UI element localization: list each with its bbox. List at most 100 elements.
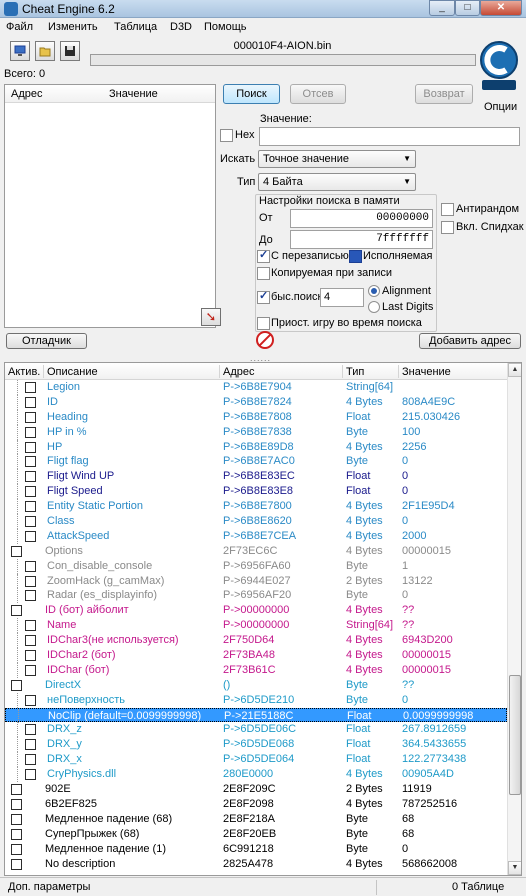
active-checkbox[interactable] bbox=[25, 486, 36, 498]
active-checkbox[interactable] bbox=[25, 724, 36, 736]
undo-scan-button[interactable]: Возврат bbox=[415, 84, 473, 104]
active-checkbox[interactable] bbox=[25, 426, 36, 438]
menu-d3d[interactable]: D3D bbox=[170, 21, 192, 33]
menu-file[interactable]: Файл bbox=[6, 21, 33, 33]
save-button[interactable] bbox=[60, 41, 80, 61]
address-column-header[interactable]: Адрес bbox=[11, 88, 43, 100]
table-row[interactable]: ID P->6B8E7824 4 Bytes 808A4E9C bbox=[5, 394, 507, 410]
table-row[interactable]: неПоверхность P->6D5DE210 Byte 0 bbox=[5, 692, 507, 708]
active-checkbox[interactable] bbox=[25, 650, 36, 662]
active-checkbox[interactable] bbox=[25, 396, 36, 408]
cheat-table[interactable]: Актив. Описание Адрес Тип Значение Legio… bbox=[4, 362, 522, 876]
col-value[interactable]: Значение bbox=[402, 366, 451, 378]
active-checkbox[interactable] bbox=[25, 471, 36, 483]
table-row[interactable]: No description 2825A478 4 Bytes 568662008 bbox=[5, 857, 507, 872]
table-row[interactable]: Медленное падение (1) 6C991218 Byte 0 bbox=[5, 842, 507, 857]
active-checkbox[interactable] bbox=[25, 575, 36, 587]
stop-icon[interactable] bbox=[256, 331, 274, 349]
table-row[interactable]: IDChar (бот) 2F73B61C 4 Bytes 00000015 bbox=[5, 662, 507, 678]
minimize-button[interactable]: _ bbox=[429, 0, 455, 16]
vertical-scrollbar[interactable]: ▲ ▼ bbox=[507, 363, 521, 875]
menu-table[interactable]: Таблица bbox=[114, 21, 157, 33]
active-checkbox[interactable] bbox=[11, 813, 22, 825]
found-address-list[interactable]: Адрес Значение bbox=[4, 84, 216, 328]
active-checkbox[interactable] bbox=[25, 620, 36, 632]
active-checkbox[interactable] bbox=[11, 545, 22, 557]
scroll-up-icon[interactable]: ▲ bbox=[508, 363, 521, 377]
active-checkbox[interactable] bbox=[25, 769, 36, 781]
add-address-button[interactable]: Добавить адрес bbox=[419, 333, 521, 349]
col-active[interactable]: Актив. bbox=[8, 366, 40, 378]
menu-edit[interactable]: Изменить bbox=[48, 21, 98, 33]
active-checkbox[interactable] bbox=[25, 739, 36, 751]
last-digits-radio[interactable] bbox=[368, 301, 380, 313]
scan-value-input[interactable] bbox=[259, 127, 520, 146]
table-row[interactable]: IDChar3(не используется) 2F750D64 4 Bytes 6… bbox=[5, 633, 507, 649]
table-row[interactable]: DRX_z P->6D5DE06C Float 267.8912659 bbox=[5, 722, 507, 738]
table-row[interactable]: IDChar2 (бот) 2F73BA48 4 Bytes 00000015 bbox=[5, 648, 507, 663]
maximize-button[interactable]: □ bbox=[455, 0, 480, 16]
stop-address-input[interactable]: 7fffffff bbox=[290, 230, 433, 249]
scroll-down-icon[interactable]: ▼ bbox=[508, 861, 521, 875]
value-column-header[interactable]: Значение bbox=[109, 88, 158, 100]
table-row[interactable]: ZoomHack (g_camMax) P->6944E027 2 Bytes 131… bbox=[5, 573, 507, 589]
table-row[interactable]: NoClip (default=0.0099999998) P->21E5188C… bbox=[5, 707, 507, 724]
active-checkbox[interactable] bbox=[11, 828, 22, 840]
active-checkbox[interactable] bbox=[25, 590, 36, 602]
next-scan-button[interactable]: Отсев bbox=[290, 84, 346, 104]
scan-type-select[interactable]: Точное значение ▼ bbox=[258, 150, 416, 168]
hex-checkbox[interactable] bbox=[220, 129, 233, 142]
active-checkbox[interactable] bbox=[11, 605, 22, 617]
table-row[interactable]: Con_disable_console P->6956FA60 Byte 1 bbox=[5, 558, 507, 574]
table-row[interactable]: Fligt Wind UP P->6B8E83EC Float 0 bbox=[5, 469, 507, 485]
start-address-input[interactable]: 00000000 bbox=[290, 209, 433, 228]
panel-splitter[interactable]: ...... bbox=[0, 351, 526, 363]
col-type[interactable]: Тип bbox=[346, 366, 364, 378]
table-row[interactable]: CryPhysics.dll 280E0000 4 Bytes 00905A4D bbox=[5, 767, 507, 783]
table-row[interactable]: DirectX () Byte?? bbox=[5, 678, 507, 693]
executable-checkbox[interactable] bbox=[349, 250, 362, 263]
table-row[interactable]: HP P->6B8E89D8 4 Bytes 2256 bbox=[5, 439, 507, 455]
table-row[interactable]: СуперПрыжек (68) 2E8F20EB Byte 68 bbox=[5, 827, 507, 842]
table-row[interactable]: Fligt flag P->6B8E7AC0 Byte 0 bbox=[5, 454, 507, 470]
table-row[interactable]: HP in % P->6B8E7838 Byte 100 bbox=[5, 424, 507, 440]
active-checkbox[interactable] bbox=[11, 784, 22, 796]
active-checkbox[interactable] bbox=[25, 560, 36, 572]
active-checkbox[interactable] bbox=[25, 664, 36, 676]
menu-help[interactable]: Помощь bbox=[204, 21, 247, 33]
alignment-radio[interactable] bbox=[368, 285, 380, 297]
fast-scan-checkbox[interactable] bbox=[257, 289, 270, 304]
table-row[interactable]: Fligt Speed P->6B8E83E8 Float 0 bbox=[5, 484, 507, 500]
cheat-engine-logo[interactable] bbox=[476, 38, 522, 94]
active-checkbox[interactable] bbox=[11, 679, 22, 691]
scroll-thumb[interactable] bbox=[509, 675, 521, 795]
table-row[interactable]: DRX_x P->6D5DE064 Float 122.2773438 bbox=[5, 752, 507, 768]
table-row[interactable]: ID (бот) айболит P->00000000 4 Bytes?? bbox=[5, 603, 507, 618]
writable-checkbox[interactable] bbox=[257, 248, 270, 263]
table-row[interactable]: Radar (es_displayinfo) P->6956AF20 Byte 0 bbox=[5, 588, 507, 604]
table-row[interactable]: Name P->00000000 String[64]?? bbox=[5, 618, 507, 634]
active-checkbox[interactable] bbox=[11, 858, 22, 870]
active-checkbox[interactable] bbox=[11, 798, 22, 810]
table-row[interactable]: Медленное падение (68) 2E8F218A Byte 68 bbox=[5, 812, 507, 827]
table-row[interactable]: AttackSpeed P->6B8E7CEA 4 Bytes 2000 bbox=[5, 528, 507, 544]
active-checkbox[interactable] bbox=[25, 530, 36, 542]
open-file-button[interactable] bbox=[35, 41, 55, 61]
col-description[interactable]: Описание bbox=[47, 366, 98, 378]
advanced-options-label[interactable]: Доп. параметры bbox=[8, 881, 90, 893]
active-checkbox[interactable] bbox=[25, 516, 36, 528]
memory-view-button[interactable]: ➘ bbox=[201, 308, 221, 326]
unrandomizer-checkbox[interactable] bbox=[441, 203, 454, 216]
value-type-select[interactable]: 4 Байта ▼ bbox=[258, 173, 416, 191]
table-row[interactable]: 6B2EF825 2E8F2098 4 Bytes 787252516 bbox=[5, 797, 507, 812]
active-checkbox[interactable] bbox=[25, 635, 36, 647]
pause-game-checkbox[interactable] bbox=[257, 317, 270, 330]
table-row[interactable]: Options 2F73EC6C 4 Bytes 00000015 bbox=[5, 544, 507, 559]
table-extras-label[interactable]: 0 Таблице bbox=[452, 881, 504, 893]
active-checkbox[interactable] bbox=[25, 694, 36, 706]
table-row[interactable]: Entity Static Portion P->6B8E7800 4 Bytes 2… bbox=[5, 499, 507, 515]
settings-label[interactable]: Опции bbox=[484, 101, 517, 113]
col-address[interactable]: Адрес bbox=[223, 366, 255, 378]
fast-scan-alignment-input[interactable]: 4 bbox=[320, 288, 364, 307]
active-checkbox[interactable] bbox=[25, 411, 36, 423]
